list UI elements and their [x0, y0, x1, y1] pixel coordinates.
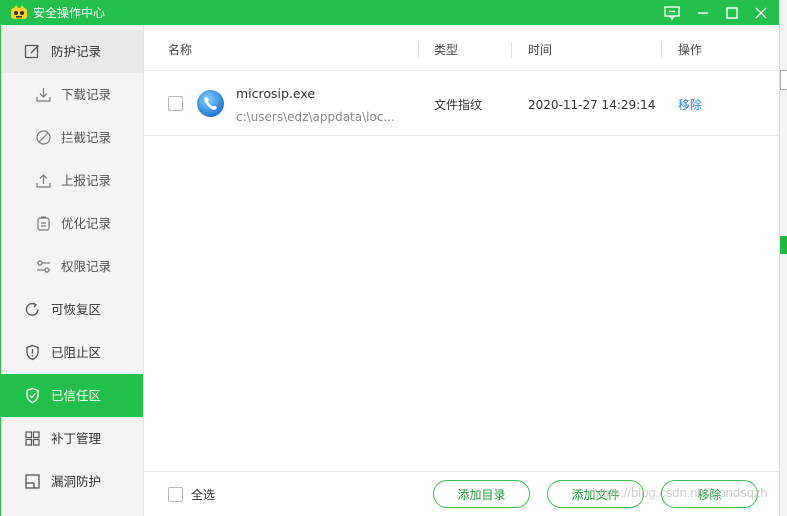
feedback-button[interactable] [659, 1, 685, 25]
column-time-header: 时间 [528, 43, 553, 57]
watermark: https://blog.csdn.net/sondsqzh [592, 485, 768, 500]
sidebar-item-label: 补丁管理 [51, 430, 102, 446]
trusted-zone-panel: 名称 类型 时间 操作 microsip.exe c:\users\edz\ap… [144, 25, 779, 516]
shield-check-icon [23, 387, 41, 405]
file-name: microsip.exe [236, 86, 316, 101]
window-title: 安全操作中心 [33, 6, 106, 20]
column-type-header: 类型 [434, 43, 459, 57]
background-window [779, 0, 787, 516]
feedback-icon [664, 6, 680, 20]
maximize-button[interactable] [719, 1, 745, 25]
window-icon [23, 473, 41, 491]
background-accent [780, 236, 787, 254]
sidebar-item-label: 可恢复区 [51, 301, 102, 317]
close-button[interactable] [748, 1, 774, 25]
sidebar-item-blocked-zone[interactable]: 已阻止区 [1, 331, 143, 374]
phone-app-icon [197, 90, 224, 117]
file-type: 文件指纹 [434, 98, 483, 112]
select-all-checkbox[interactable] [168, 487, 183, 502]
sidebar-item-recoverable-zone[interactable]: 可恢复区 [1, 288, 143, 331]
sliders-icon [34, 258, 52, 276]
block-icon [34, 129, 52, 147]
file-path: c:\users\edz\appdata\loc... [236, 110, 395, 124]
edit-record-icon [23, 43, 41, 61]
title-bar[interactable]: 安全操作中心 [1, 1, 778, 25]
minimize-button[interactable] [690, 1, 716, 25]
table-header: 名称 类型 时间 操作 [144, 25, 779, 71]
sidebar-item-vulnerability-protection[interactable]: 漏洞防护 [1, 460, 143, 503]
column-name-header: 名称 [168, 43, 193, 57]
row-checkbox[interactable] [168, 96, 183, 111]
restore-icon [23, 301, 41, 319]
sidebar-item-intercept-records[interactable]: 拦截记录 [1, 116, 143, 159]
sidebar-item-label: 防护记录 [51, 43, 102, 59]
table-row[interactable]: microsip.exe c:\users\edz\appdata\loc...… [144, 72, 779, 136]
column-divider[interactable] [511, 42, 512, 58]
select-all-label[interactable]: 全选 [191, 487, 215, 503]
add-directory-button[interactable]: 添加目录 [433, 480, 530, 508]
sidebar-item-label: 已信任区 [51, 387, 102, 403]
grid-icon [23, 430, 41, 448]
sidebar-item-permission-records[interactable]: 权限记录 [1, 245, 143, 288]
sidebar-item-label: 上报记录 [61, 172, 112, 188]
minimize-icon [698, 12, 708, 14]
sidebar-item-label: 拦截记录 [61, 129, 112, 145]
background-control [780, 70, 787, 90]
app-logo-icon [11, 5, 27, 19]
sidebar-item-patch-management[interactable]: 补丁管理 [1, 417, 143, 460]
download-icon [34, 86, 52, 104]
sidebar: 防护记录 下载记录 拦截记录 上报记录 优化记录 权限记录 可恢复区 已阻止区 … [1, 25, 144, 516]
close-icon [755, 7, 767, 19]
file-time: 2020-11-27 14:29:14 [528, 98, 656, 112]
sidebar-item-label: 下载记录 [61, 86, 112, 102]
sidebar-item-label: 优化记录 [61, 215, 112, 231]
security-center-window: 安全操作中心 防护记录 下载记录 拦截记录 上报记录 优化记录 权限记录 可恢复… [0, 0, 779, 516]
shield-alert-icon [23, 344, 41, 362]
sidebar-item-label: 漏洞防护 [51, 473, 102, 489]
column-divider[interactable] [418, 42, 419, 58]
upload-icon [34, 172, 52, 190]
maximize-icon [726, 7, 738, 19]
sidebar-item-report-records[interactable]: 上报记录 [1, 159, 143, 202]
sidebar-item-protection-records[interactable]: 防护记录 [1, 30, 143, 73]
sidebar-item-trusted-zone[interactable]: 已信任区 [1, 374, 143, 417]
column-action-header: 操作 [678, 43, 703, 57]
clipboard-icon [34, 215, 52, 233]
column-divider[interactable] [661, 42, 662, 58]
row-remove-link[interactable]: 移除 [678, 97, 702, 113]
sidebar-item-optimize-records[interactable]: 优化记录 [1, 202, 143, 245]
sidebar-item-download-records[interactable]: 下载记录 [1, 73, 143, 116]
sidebar-item-label: 已阻止区 [51, 344, 102, 360]
sidebar-item-label: 权限记录 [61, 258, 112, 274]
